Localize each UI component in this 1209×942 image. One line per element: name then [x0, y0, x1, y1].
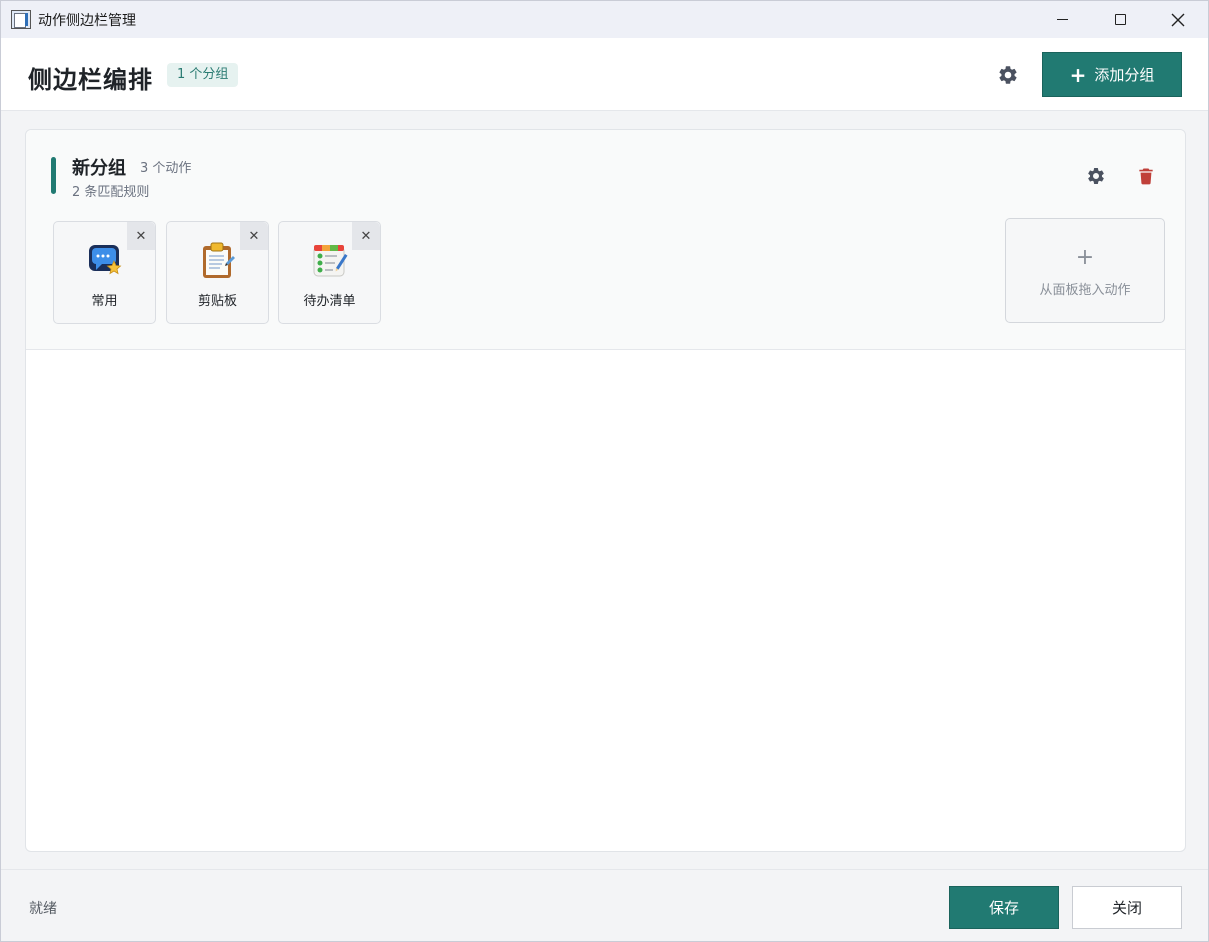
add-group-label: 添加分组	[1094, 66, 1155, 84]
plus-icon: +	[1075, 245, 1095, 270]
gear-icon	[1088, 167, 1104, 184]
action-label: 剪贴板	[197, 294, 237, 309]
todo-list-icon	[312, 241, 348, 279]
title-bar: 动作侧边栏管理	[1, 1, 1208, 38]
app-icon	[11, 10, 31, 29]
add-group-button[interactable]: + 添加分组	[1042, 52, 1182, 97]
remove-action-button[interactable]: ✕	[352, 222, 380, 250]
group-rules: 2 条匹配规则	[72, 185, 150, 200]
close-button[interactable]: 关闭	[1072, 886, 1182, 929]
delete-group-button[interactable]	[1136, 166, 1156, 186]
page-title: 侧边栏编排	[28, 66, 153, 94]
action-tile[interactable]: ✕ 剪贴板	[166, 221, 269, 324]
close-window-button[interactable]	[1150, 1, 1206, 38]
settings-button[interactable]	[997, 64, 1019, 86]
maximize-icon	[1114, 14, 1126, 25]
group-name[interactable]: 新分组	[72, 154, 126, 180]
close-icon	[1171, 13, 1185, 26]
trash-icon	[1139, 168, 1153, 185]
group-count-badge: 1 个分组	[167, 63, 239, 87]
drop-zone-label: 从面板拖入动作	[1039, 283, 1131, 298]
action-drop-zone[interactable]: + 从面板拖入动作	[1005, 218, 1165, 323]
minimize-icon	[1056, 19, 1068, 20]
remove-action-button[interactable]: ✕	[240, 222, 268, 250]
group-card: 新分组 3 个动作 2 条匹配规则 ✕ 常用 ✕ 剪贴板 ✕ 待办清单 + 从面…	[26, 130, 1185, 350]
footer-bar: 就绪 保存 关闭	[1, 869, 1208, 941]
app-window: 动作侧边栏管理 侧边栏编排 1 个分组 + 添加分组 新分组 3 个动作 2 条…	[0, 0, 1209, 942]
plus-icon: +	[1069, 62, 1087, 87]
group-settings-button[interactable]	[1086, 166, 1106, 186]
remove-action-button[interactable]: ✕	[127, 222, 155, 250]
group-action-count: 3 个动作	[140, 161, 192, 176]
maximize-button[interactable]	[1092, 1, 1148, 38]
action-label: 常用	[91, 294, 118, 309]
page-header: 侧边栏编排 1 个分组 + 添加分组	[1, 38, 1208, 111]
action-tile[interactable]: ✕ 待办清单	[278, 221, 381, 324]
window-title: 动作侧边栏管理	[38, 13, 136, 29]
status-text: 就绪	[29, 901, 57, 917]
save-button[interactable]: 保存	[949, 886, 1059, 929]
chat-star-icon	[87, 241, 123, 279]
group-accent-bar	[51, 157, 56, 194]
action-tile[interactable]: ✕ 常用	[53, 221, 156, 324]
groups-panel: 新分组 3 个动作 2 条匹配规则 ✕ 常用 ✕ 剪贴板 ✕ 待办清单 + 从面…	[25, 129, 1186, 852]
clipboard-icon	[200, 241, 236, 279]
action-label: 待办清单	[303, 294, 356, 309]
gear-icon	[999, 66, 1017, 84]
minimize-button[interactable]	[1034, 1, 1090, 38]
